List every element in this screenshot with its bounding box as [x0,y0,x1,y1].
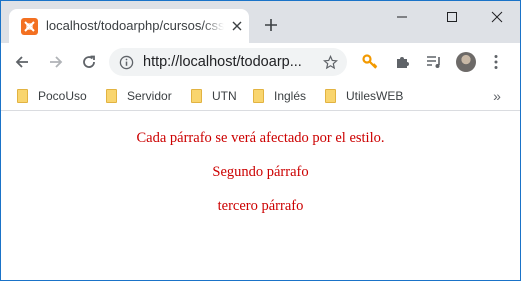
media-control-icon[interactable] [421,49,447,75]
folder-icon [191,89,202,103]
bookmark-utn[interactable]: UTN [191,87,237,105]
url-text[interactable]: http://localhost/todoarp... [143,53,319,71]
folder-icon [325,89,336,103]
tab-title: localhost/todoarphp/cursos/css/ [46,18,224,33]
info-icon[interactable] [118,54,134,70]
maximize-icon[interactable] [429,5,475,29]
xampp-icon [21,18,38,35]
bookmark-ingles[interactable]: Inglés [253,87,306,105]
profile-avatar-icon[interactable] [456,52,476,72]
star-icon[interactable] [321,53,339,71]
minimize-icon[interactable] [379,5,425,29]
plus-icon[interactable] [261,15,281,35]
window-close-icon[interactable] [474,5,520,29]
reload-icon[interactable] [76,49,102,75]
bookmark-utilesweb[interactable]: UtilesWEB [325,87,403,105]
paragraph-2: Segundo párrafo [212,164,309,180]
bookmark-servidor[interactable]: Servidor [106,87,172,105]
browser-tab[interactable]: localhost/todoarphp/cursos/css/ [9,9,249,43]
bookmarks-bar: PocoUso Servidor UTN Inglés UtilesWEB » [1,81,520,111]
bookmark-label: UTN [212,89,237,103]
address-bar[interactable]: http://localhost/todoarp... [109,48,347,76]
forward-arrow-icon[interactable] [43,49,69,75]
bookmark-label: Inglés [274,89,307,103]
key-icon[interactable] [357,49,383,75]
paragraph-1: Cada párrafo se verá afectado por el est… [136,130,385,146]
page-content: Cada párrafo se verá afectado por el est… [1,112,520,280]
close-icon[interactable] [230,19,244,33]
kebab-menu-icon[interactable] [483,49,509,75]
tab-strip: localhost/todoarphp/cursos/css/ [1,1,520,43]
folder-icon [17,89,28,103]
bookmark-label: Servidor [127,89,172,103]
bookmark-label: PocoUso [38,89,87,103]
folder-icon [253,89,264,103]
browser-toolbar: http://localhost/todoarp... [1,43,520,81]
paragraph-3: tercero párrafo [217,198,304,214]
puzzle-icon[interactable] [390,49,416,75]
browser-window: localhost/todoarphp/cursos/css/ http://l… [0,0,521,281]
bookmark-label: UtilesWEB [346,89,404,103]
back-arrow-icon[interactable] [9,49,35,75]
folder-icon [106,89,117,103]
bookmarks-overflow-button[interactable]: » [489,87,505,105]
bookmark-pocouso[interactable]: PocoUso [17,87,87,105]
